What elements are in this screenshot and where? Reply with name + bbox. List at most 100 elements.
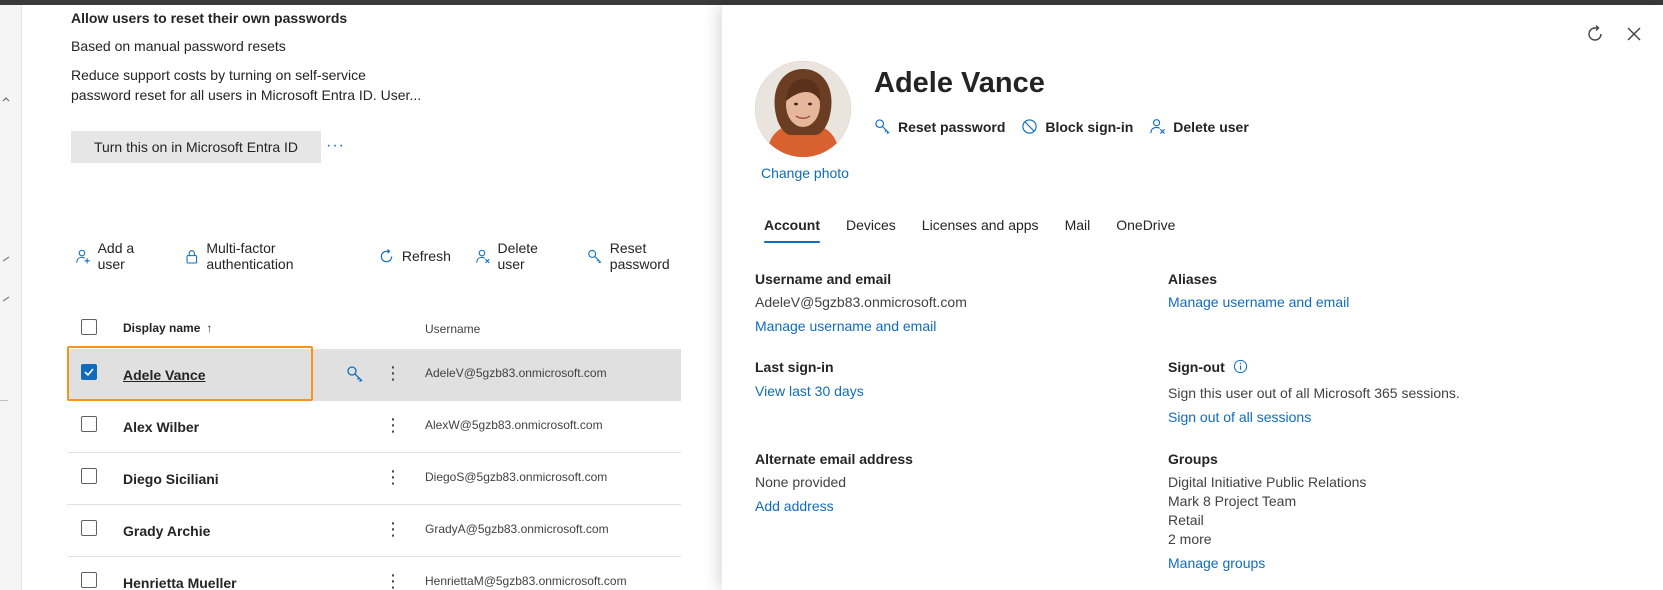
display-name-header-label: Display name: [123, 321, 201, 335]
more-options-icon[interactable]: ···: [326, 137, 345, 155]
promo-title: Allow users to reset their own passwords: [71, 10, 348, 26]
row-more-actions-icon[interactable]: ⋮: [384, 363, 402, 385]
tab-account[interactable]: Account: [764, 217, 820, 243]
user-display-name[interactable]: Henrietta Mueller: [123, 575, 237, 590]
table-row[interactable]: Adele Vance ⋮ AdeleV@5gzb83.onmicrosoft.…: [67, 349, 681, 401]
manage-groups-link[interactable]: Manage groups: [1168, 555, 1265, 571]
delete-user-button[interactable]: Delete user: [1149, 118, 1249, 135]
delete-person-icon: [476, 249, 490, 263]
add-address-link[interactable]: Add address: [755, 498, 834, 514]
select-all-checkbox[interactable]: [81, 319, 97, 335]
signout-section-title: Sign-out: [1168, 359, 1248, 375]
users-toolbar: Add a user Multi-factor authentication R…: [71, 240, 722, 272]
promo-description-line: password reset for all users in Microsof…: [71, 87, 422, 103]
user-username: HenriettaM@5gzb83.onmicrosoft.com: [425, 574, 627, 588]
user-username: GradyA@5gzb83.onmicrosoft.com: [425, 522, 609, 536]
reset-password-label: Reset password: [898, 118, 1006, 135]
user-display-name[interactable]: Grady Archie: [123, 523, 210, 539]
row-checkbox[interactable]: [81, 416, 97, 432]
manage-aliases-link[interactable]: Manage username and email: [1168, 294, 1349, 310]
user-actions: Reset password Block sign-in Delete user: [874, 118, 1249, 135]
delete-user-button[interactable]: Delete user: [471, 240, 567, 272]
tab-onedrive[interactable]: OneDrive: [1116, 217, 1175, 243]
add-person-icon: [76, 249, 90, 263]
close-icon[interactable]: [1623, 23, 1645, 45]
tab-mail[interactable]: Mail: [1065, 217, 1091, 243]
key-icon: [875, 119, 890, 134]
row-checkbox[interactable]: [81, 572, 97, 588]
view-last-30-days-link[interactable]: View last 30 days: [755, 383, 864, 399]
row-more-actions-icon[interactable]: ⋮: [384, 467, 402, 489]
refresh-icon[interactable]: [1584, 23, 1606, 45]
refresh-label: Refresh: [401, 248, 451, 264]
row-checkbox[interactable]: [81, 520, 97, 536]
tab-licenses-and-apps[interactable]: Licenses and apps: [922, 217, 1039, 243]
table-row[interactable]: Diego Siciliani ⋮ DiegoS@5gzb83.onmicros…: [67, 453, 681, 505]
user-username: AdeleV@5gzb83.onmicrosoft.com: [425, 366, 607, 380]
group-item: Mark 8 Project Team: [1168, 493, 1297, 509]
user-display-name-heading: Adele Vance: [874, 67, 1045, 99]
signout-title-label: Sign-out: [1168, 359, 1225, 375]
promo-description-line: Reduce support costs by turning on self-…: [71, 67, 366, 83]
reset-password-button[interactable]: Reset password: [874, 118, 1005, 135]
add-user-button[interactable]: Add a user: [71, 240, 164, 272]
add-user-label: Add a user: [97, 240, 135, 272]
user-username: DiegoS@5gzb83.onmicrosoft.com: [425, 470, 608, 484]
user-display-name[interactable]: Alex Wilber: [123, 419, 199, 435]
refresh-icon: [380, 248, 393, 262]
block-icon: [1022, 119, 1038, 134]
user-username: AlexW@5gzb83.onmicrosoft.com: [425, 418, 603, 432]
tab-devices[interactable]: Devices: [846, 217, 896, 243]
manage-username-link[interactable]: Manage username and email: [755, 318, 936, 334]
username-value: AdeleV@5gzb83.onmicrosoft.com: [755, 294, 967, 310]
reset-password-button[interactable]: Reset password: [583, 240, 706, 272]
groups-section-title: Groups: [1168, 451, 1218, 467]
mfa-button[interactable]: Multi-factor authentication: [180, 240, 358, 272]
sort-ascending-icon: ↑: [206, 321, 213, 335]
avatar: [755, 61, 851, 157]
info-icon[interactable]: [1233, 359, 1248, 374]
signout-description: Sign this user out of all Microsoft 365 …: [1168, 385, 1460, 401]
username-section-title: Username and email: [755, 271, 892, 287]
row-checkbox[interactable]: [81, 468, 97, 484]
turn-on-entra-button[interactable]: Turn this on in Microsoft Entra ID: [71, 131, 321, 163]
mfa-label: Multi-factor authentication: [206, 240, 294, 272]
table-row[interactable]: Henrietta Mueller ⋮ HenriettaM@5gzb83.on…: [67, 557, 681, 590]
rail-divider: [0, 400, 8, 401]
groups-more-count: 2 more: [1168, 531, 1212, 547]
user-details-panel: Change photo Adele Vance Reset password …: [722, 5, 1663, 590]
user-display-name[interactable]: Diego Siciliani: [123, 471, 219, 487]
block-signin-button[interactable]: Block sign-in: [1021, 118, 1133, 135]
table-row[interactable]: Alex Wilber ⋮ AlexW@5gzb83.onmicrosoft.c…: [67, 401, 681, 453]
change-photo-link[interactable]: Change photo: [761, 165, 849, 181]
user-detail-tabs: Account Devices Licenses and apps Mail O…: [764, 217, 1175, 243]
row-more-actions-icon[interactable]: ⋮: [384, 519, 402, 541]
delete-person-icon: [1150, 119, 1166, 134]
row-more-actions-icon[interactable]: ⋮: [384, 415, 402, 437]
lock-icon: [186, 249, 197, 264]
row-more-actions-icon[interactable]: ⋮: [384, 571, 402, 590]
group-item: Retail: [1168, 512, 1204, 528]
sign-out-all-sessions-link[interactable]: Sign out of all sessions: [1168, 409, 1311, 425]
check-mark-icon: [2, 255, 10, 263]
column-header-username[interactable]: Username: [425, 322, 480, 336]
reset-password-icon[interactable]: [346, 365, 364, 383]
group-item: Digital Initiative Public Relations: [1168, 474, 1367, 490]
promo-subtitle: Based on manual password resets: [71, 38, 286, 54]
alt-email-section-title: Alternate email address: [755, 451, 913, 467]
reset-password-label: Reset password: [609, 240, 670, 272]
column-header-display-name[interactable]: Display name ↑: [123, 321, 212, 335]
row-checkbox[interactable]: [81, 364, 97, 380]
key-icon: [588, 249, 602, 263]
delete-user-label: Delete user: [1173, 118, 1249, 135]
refresh-button[interactable]: Refresh: [374, 248, 455, 265]
user-display-name[interactable]: Adele Vance: [123, 367, 206, 383]
aliases-section-title: Aliases: [1168, 271, 1218, 287]
left-nav-rail: [0, 5, 22, 590]
alt-email-value: None provided: [755, 474, 847, 490]
delete-user-label: Delete user: [497, 240, 538, 272]
table-row[interactable]: Grady Archie ⋮ GradyA@5gzb83.onmicrosoft…: [67, 505, 681, 557]
check-mark-icon: [2, 295, 10, 303]
promo-description: Reduce support costs by turning on self-…: [71, 65, 431, 105]
chevron-up-icon[interactable]: [2, 95, 10, 103]
